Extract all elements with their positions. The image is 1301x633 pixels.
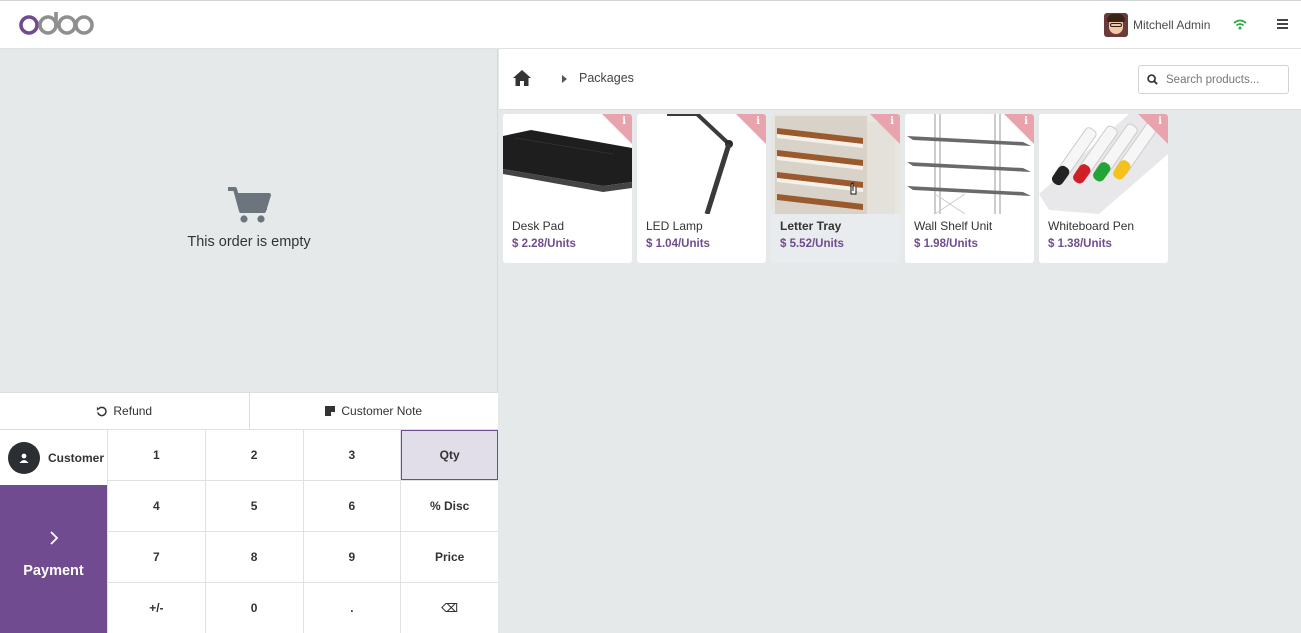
payment-label: Payment [23, 563, 84, 579]
search-box [1138, 65, 1289, 94]
empty-order-text: This order is empty [187, 234, 311, 250]
info-icon[interactable]: i [756, 116, 760, 127]
search-input[interactable] [1166, 73, 1281, 86]
product-price: $ 1.38/Units [1048, 238, 1112, 250]
product-list: i Desk Pad $ 2.28/Units i LED Lamp $ 1.0… [503, 114, 1168, 263]
customer-note-label: Customer Note [341, 404, 423, 418]
refund-button[interactable]: Refund [0, 393, 250, 429]
odoo-logo [18, 10, 94, 43]
user-name: Mitchell Admin [1133, 18, 1211, 32]
order-panel: This order is empty Refund Customer Note… [0, 49, 498, 633]
product-name: LED Lamp [646, 219, 703, 233]
product-card-wall-shelf-unit[interactable]: i Wall Shelf Unit $ 1.98/Units [905, 114, 1034, 263]
numpad-key-1[interactable]: 1 [108, 430, 205, 480]
customer-button[interactable]: Customer [0, 429, 107, 485]
chevron-right-icon [0, 529, 107, 549]
numpad-key-5[interactable]: 5 [205, 481, 303, 531]
numpad: 1 2 3 Qty 4 5 6 % Disc 7 8 9 Price +/- 0… [107, 429, 498, 633]
payment-button[interactable]: Payment [0, 485, 107, 633]
numpad-key-0[interactable]: 0 [205, 583, 303, 633]
product-card-led-lamp[interactable]: i LED Lamp $ 1.04/Units [637, 114, 766, 263]
home-icon[interactable] [512, 69, 532, 92]
user-menu[interactable]: Mitchell Admin [1104, 13, 1210, 37]
control-buttons: Refund Customer Note [0, 392, 498, 429]
product-name: Desk Pad [512, 219, 565, 233]
product-card-letter-tray[interactable]: i Letter Tray $ 5.52/Units [771, 114, 900, 263]
numpad-key-9[interactable]: 9 [303, 532, 401, 582]
product-card-whiteboard-pen[interactable]: i Whiteboard Pen $ 1.38/Units [1039, 114, 1168, 263]
menu-icon[interactable] [1277, 19, 1288, 31]
numpad-key-8[interactable]: 8 [205, 532, 303, 582]
numpad-key-6[interactable]: 6 [303, 481, 401, 531]
numpad-mode-discount[interactable]: % Disc [401, 481, 498, 531]
numpad-key-3[interactable]: 3 [303, 430, 401, 480]
note-icon [325, 406, 336, 416]
numpad-backspace[interactable]: ⌫ [401, 583, 498, 633]
product-name: Wall Shelf Unit [914, 219, 993, 233]
user-avatar [1104, 13, 1128, 37]
empty-order: This order is empty [0, 185, 498, 250]
product-info-ribbon[interactable] [870, 114, 900, 144]
product-price: $ 5.52/Units [780, 238, 844, 250]
customer-note-button[interactable]: Customer Note [250, 393, 499, 429]
user-icon [8, 441, 40, 474]
refund-label: Refund [113, 404, 153, 418]
info-icon[interactable]: i [1158, 116, 1162, 127]
product-info-ribbon[interactable] [602, 114, 632, 144]
breadcrumb-caret-icon [562, 75, 567, 83]
product-info-ribbon[interactable] [736, 114, 766, 144]
product-card-desk-pad[interactable]: i Desk Pad $ 2.28/Units [503, 114, 632, 263]
product-name: Whiteboard Pen [1048, 219, 1135, 233]
numpad-key-decimal[interactable]: . [303, 583, 401, 633]
product-toolbar: Packages [499, 49, 1301, 110]
numpad-key-sign[interactable]: +/- [108, 583, 205, 633]
product-name: Letter Tray [780, 219, 842, 233]
search-icon [1147, 74, 1158, 85]
product-price: $ 2.28/Units [512, 238, 576, 250]
undo-icon [97, 406, 108, 416]
product-info-ribbon[interactable] [1004, 114, 1034, 144]
numpad-key-4[interactable]: 4 [108, 481, 205, 531]
numpad-mode-price[interactable]: Price [401, 532, 498, 582]
info-icon[interactable]: i [890, 116, 894, 127]
info-icon[interactable]: i [1024, 116, 1028, 127]
customer-label: Customer [48, 450, 105, 465]
numpad-key-7[interactable]: 7 [108, 532, 205, 582]
cart-icon [228, 187, 271, 223]
product-price: $ 1.98/Units [914, 238, 978, 250]
product-info-ribbon[interactable] [1138, 114, 1168, 144]
wifi-icon[interactable] [1233, 17, 1247, 35]
product-price: $ 1.04/Units [646, 238, 710, 250]
product-screen: Packages i Desk Pad $ 2.28/Units [499, 49, 1301, 633]
top-bar: Mitchell Admin [0, 0, 1301, 49]
numpad-key-2[interactable]: 2 [205, 430, 303, 480]
breadcrumb-category[interactable]: Packages [579, 71, 634, 85]
numpad-mode-qty[interactable]: Qty [401, 430, 498, 480]
info-icon[interactable]: i [622, 116, 626, 127]
